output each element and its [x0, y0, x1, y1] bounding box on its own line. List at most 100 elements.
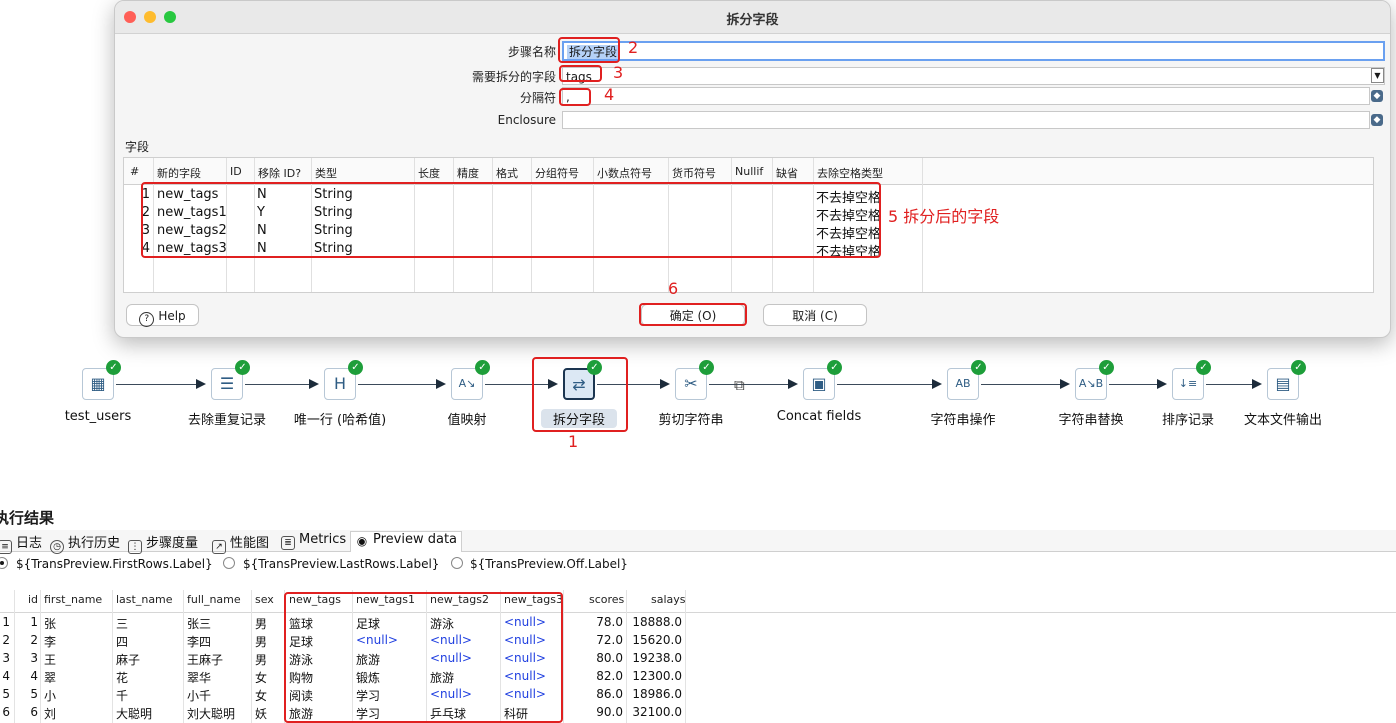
- table-cell[interactable]: 张: [44, 615, 56, 632]
- table-cell[interactable]: 19238.0: [626, 651, 682, 665]
- grid-header-cell[interactable]: ID: [230, 165, 242, 178]
- hop-line[interactable]: [358, 384, 438, 385]
- column-header[interactable]: first_name: [44, 593, 102, 606]
- tab-metrics[interactable]: ≣ Metrics: [281, 532, 346, 550]
- table-cell[interactable]: 90.0: [567, 705, 623, 719]
- grid-header-cell[interactable]: Nullif: [735, 165, 763, 178]
- table-cell[interactable]: 4: [0, 669, 10, 683]
- variable-icon[interactable]: ◆: [1371, 114, 1383, 126]
- grid-header-cell[interactable]: 格式: [496, 165, 518, 181]
- table-cell[interactable]: 6: [0, 705, 10, 719]
- hop-line[interactable]: [116, 384, 198, 385]
- hop-line[interactable]: [1206, 384, 1254, 385]
- tab-log[interactable]: ≡ 日志: [0, 532, 42, 554]
- table-cell[interactable]: 4: [18, 669, 38, 683]
- table-cell[interactable]: 男: [255, 633, 267, 650]
- table-cell[interactable]: 3: [18, 651, 38, 665]
- radio-first-rows[interactable]: [0, 557, 8, 569]
- column-header[interactable]: id: [28, 593, 38, 606]
- table-cell[interactable]: 翠: [44, 669, 56, 686]
- hop-line[interactable]: [981, 384, 1062, 385]
- hop-line[interactable]: [837, 384, 934, 385]
- table-cell[interactable]: 12300.0: [626, 669, 682, 683]
- grid-header-cell[interactable]: 缺省: [776, 165, 798, 181]
- table-cell[interactable]: 2: [18, 633, 38, 647]
- radio-last-rows[interactable]: [223, 557, 235, 569]
- table-cell[interactable]: 6: [18, 705, 38, 719]
- table-cell[interactable]: 麻子: [116, 651, 140, 668]
- grid-header-cell[interactable]: 小数点符号: [597, 165, 652, 181]
- cancel-button[interactable]: 取消 (C): [763, 304, 867, 326]
- table-cell[interactable]: 大聪明: [116, 705, 152, 722]
- table-cell[interactable]: 妖: [255, 705, 267, 722]
- column-header[interactable]: last_name: [116, 593, 173, 606]
- grid-header-cell[interactable]: 分组符号: [535, 165, 579, 181]
- tab-performance[interactable]: ↗ 性能图: [212, 532, 269, 554]
- variable-icon[interactable]: ◆: [1371, 90, 1383, 102]
- split-field-select[interactable]: tags: [562, 67, 1385, 85]
- hop-line[interactable]: [709, 384, 790, 385]
- table-cell[interactable]: 翠华: [187, 669, 211, 686]
- table-cell[interactable]: 72.0: [567, 633, 623, 647]
- table-cell[interactable]: 5: [18, 687, 38, 701]
- table-cell[interactable]: 5: [0, 687, 10, 701]
- hop-line[interactable]: [1109, 384, 1159, 385]
- table-cell[interactable]: 1: [18, 615, 38, 629]
- table-cell[interactable]: 3: [0, 651, 10, 665]
- delimiter-input[interactable]: ,: [562, 87, 1370, 105]
- table-cell[interactable]: 李四: [187, 633, 211, 650]
- radio-off[interactable]: [451, 557, 463, 569]
- tab-preview-data[interactable]: ◉ Preview data: [350, 531, 463, 552]
- table-cell[interactable]: 32100.0: [626, 705, 682, 719]
- help-button[interactable]: ? Help: [126, 304, 199, 327]
- table-cell[interactable]: 王麻子: [187, 651, 223, 668]
- table-cell[interactable]: 四: [116, 633, 128, 650]
- table-cell[interactable]: 花: [116, 669, 128, 686]
- column-header[interactable]: full_name: [187, 593, 241, 606]
- success-check-icon: ✓: [971, 360, 986, 375]
- fields-section-label: 字段: [125, 140, 150, 154]
- grid-header-cell[interactable]: #: [130, 165, 139, 178]
- table-cell[interactable]: 女: [255, 687, 267, 704]
- tab-history[interactable]: ◷ 执行历史: [50, 532, 120, 554]
- grid-header-cell[interactable]: 货币符号: [672, 165, 716, 181]
- table-cell[interactable]: 18986.0: [626, 687, 682, 701]
- table-cell[interactable]: 82.0: [567, 669, 623, 683]
- table-cell[interactable]: 18888.0: [626, 615, 682, 629]
- table-cell[interactable]: 2: [0, 633, 10, 647]
- table-cell[interactable]: 王: [44, 651, 56, 668]
- table-cell[interactable]: 78.0: [567, 615, 623, 629]
- help-icon: ?: [139, 312, 155, 327]
- table-cell[interactable]: 男: [255, 615, 267, 632]
- table-cell[interactable]: 小千: [187, 687, 211, 704]
- step-name-input[interactable]: 拆分字段: [562, 41, 1385, 61]
- grid-header-cell[interactable]: 类型: [315, 165, 337, 181]
- table-cell[interactable]: 15620.0: [626, 633, 682, 647]
- table-cell[interactable]: 张三: [187, 615, 211, 632]
- annotation-box-split-step: [532, 357, 628, 432]
- grid-header-cell[interactable]: 长度: [418, 165, 440, 181]
- table-cell[interactable]: 男: [255, 651, 267, 668]
- annotation-6: 6: [668, 279, 679, 298]
- table-cell[interactable]: 小: [44, 687, 56, 704]
- table-cell[interactable]: 三: [116, 615, 128, 632]
- grid-header-cell[interactable]: 去除空格类型: [817, 165, 883, 181]
- table-cell[interactable]: 80.0: [567, 651, 623, 665]
- column-header[interactable]: sex: [255, 593, 274, 606]
- enclosure-input[interactable]: [562, 111, 1370, 129]
- table-cell[interactable]: 刘大聪明: [187, 705, 235, 722]
- table-cell[interactable]: 女: [255, 669, 267, 686]
- grid-header-cell[interactable]: 新的字段: [157, 165, 201, 181]
- column-header[interactable]: salays: [651, 593, 686, 606]
- table-cell[interactable]: 1: [0, 615, 10, 629]
- grid-header-cell[interactable]: 精度: [457, 165, 479, 181]
- table-cell[interactable]: 刘: [44, 705, 56, 722]
- column-header[interactable]: scores: [589, 593, 624, 606]
- grid-header-cell[interactable]: 移除 ID?: [258, 165, 301, 181]
- table-cell[interactable]: 李: [44, 633, 56, 650]
- tab-step-metrics[interactable]: ⋮ 步骤度量: [128, 532, 198, 554]
- dropdown-arrow-icon[interactable]: ▼: [1371, 68, 1384, 83]
- table-cell[interactable]: 86.0: [567, 687, 623, 701]
- table-cell[interactable]: 千: [116, 687, 128, 704]
- hop-line[interactable]: [245, 384, 311, 385]
